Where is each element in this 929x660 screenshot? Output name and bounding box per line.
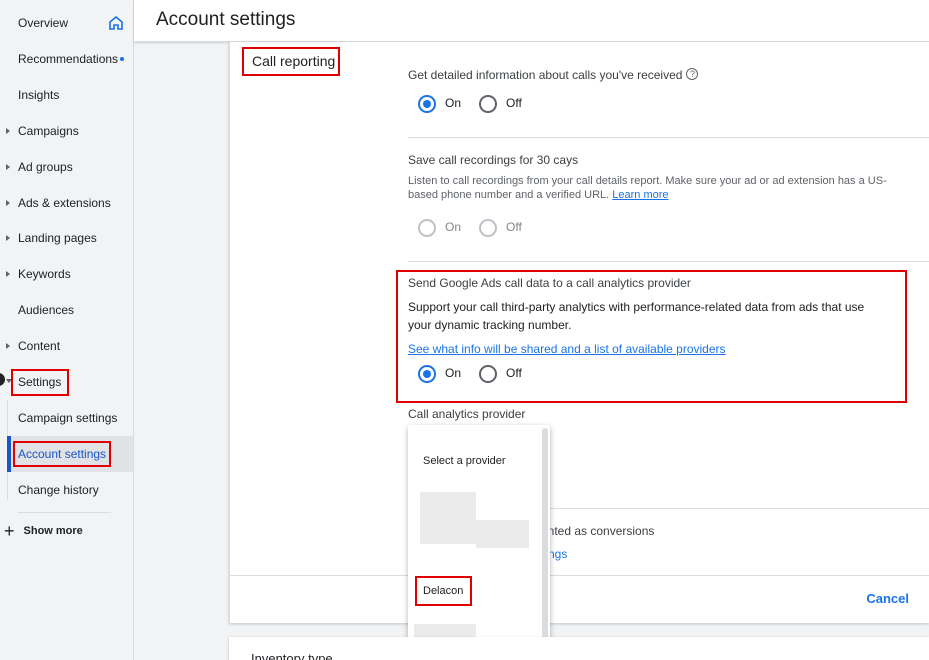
- inventory-type-card: Inventory type: [229, 637, 929, 660]
- detail-question: Get detailed information about calls you…: [408, 68, 699, 82]
- nav-label: Recommendations: [18, 52, 119, 66]
- nav-label: Campaigns: [18, 124, 79, 138]
- expand-arrow-icon: [6, 164, 10, 170]
- radio-label: Off: [506, 96, 522, 110]
- nav-content[interactable]: Content: [0, 331, 133, 361]
- nav-label: Audiences: [18, 303, 75, 317]
- page-title: Account settings: [156, 9, 296, 30]
- analytics-desc-1: Support your call third-party analytics …: [408, 300, 865, 314]
- nav-account-settings[interactable]: Account settings: [7, 436, 133, 472]
- notification-dot-icon: [120, 57, 125, 61]
- nav-ad-groups[interactable]: Ad groups: [0, 152, 133, 182]
- analytics-on-radio[interactable]: [418, 365, 436, 383]
- redacted-option[interactable]: [420, 492, 476, 544]
- detail-on-radio[interactable]: [418, 95, 436, 113]
- settings-link[interactable]: ngs: [548, 547, 567, 561]
- help-icon[interactable]: ?: [686, 68, 699, 80]
- expand-arrow-icon: [6, 343, 10, 349]
- divider: [18, 512, 111, 513]
- divider: [408, 137, 929, 138]
- nav-campaign-settings[interactable]: Campaign settings: [7, 400, 133, 436]
- nav-insights[interactable]: Insights: [0, 80, 133, 110]
- nav-campaigns[interactable]: Campaigns: [0, 116, 133, 146]
- nav-label: Keywords: [18, 267, 71, 281]
- recordings-desc-2: based phone number and a verified URL. L…: [408, 189, 669, 201]
- recordings-desc-1: Listen to call recordings from your call…: [408, 175, 887, 187]
- nav-ads-extensions[interactable]: Ads & extensions: [0, 188, 133, 218]
- page-header: Account settings: [134, 0, 929, 42]
- detail-off-radio[interactable]: [479, 95, 497, 113]
- nav-landing-pages[interactable]: Landing pages: [0, 223, 133, 253]
- show-more-button[interactable]: + Show more: [4, 521, 83, 541]
- desc-text: based phone number and a verified URL.: [408, 189, 610, 201]
- show-more-label: Show more: [23, 525, 83, 537]
- section-title: Call reporting: [252, 53, 336, 69]
- provider-label: Call analytics provider: [408, 407, 526, 421]
- nav-overview[interactable]: Overview: [0, 8, 133, 38]
- nav-audiences[interactable]: Audiences: [0, 295, 133, 325]
- learn-more-link[interactable]: Learn more: [612, 189, 668, 201]
- section-title: Inventory type: [251, 651, 333, 660]
- radio-label: On: [445, 220, 462, 234]
- recordings-on-radio[interactable]: [418, 219, 436, 237]
- sidebar: Overview Recommendations Insights Campai…: [0, 0, 134, 660]
- radio-label: Off: [506, 366, 522, 380]
- redacted-option[interactable]: [414, 624, 476, 638]
- expand-arrow-icon: [6, 200, 10, 206]
- home-icon: [109, 16, 123, 30]
- scrollbar[interactable]: [542, 428, 548, 660]
- nav-label: Change history: [18, 483, 99, 497]
- nav-label: Settings: [18, 375, 62, 389]
- nav-settings[interactable]: Settings: [0, 367, 133, 397]
- expand-arrow-icon: [6, 271, 10, 277]
- radio-label: On: [445, 96, 462, 110]
- radio-label: On: [445, 366, 462, 380]
- nav-label: Account settings: [18, 447, 107, 461]
- plus-icon: +: [4, 521, 15, 541]
- redacted-option[interactable]: [476, 520, 529, 548]
- recordings-title: Save call recordings for 30 cays: [408, 153, 579, 167]
- nav-label: Content: [18, 339, 61, 353]
- nav-recommendations[interactable]: Recommendations: [0, 44, 133, 74]
- providers-link[interactable]: See what info will be shared and a list …: [408, 342, 726, 356]
- dropdown-placeholder[interactable]: Select a provider: [423, 455, 506, 467]
- nav-label: Ad groups: [18, 160, 73, 174]
- divider: [230, 575, 929, 576]
- radio-label: Off: [506, 220, 522, 234]
- provider-dropdown[interactable]: Select a provider Delacon: [408, 425, 550, 660]
- question-text: Get detailed information about calls you…: [408, 68, 683, 82]
- analytics-title: Send Google Ads call data to a call anal…: [408, 276, 691, 290]
- nav-keywords[interactable]: Keywords: [0, 259, 133, 289]
- analytics-off-radio[interactable]: [479, 365, 497, 383]
- nav-label: Ads & extensions: [18, 196, 111, 210]
- analytics-desc-2: your dynamic tracking number.: [408, 318, 572, 332]
- dropdown-option-delacon[interactable]: Delacon: [423, 585, 463, 597]
- recordings-off-radio[interactable]: [479, 219, 497, 237]
- nav-change-history[interactable]: Change history: [7, 472, 133, 508]
- divider: [408, 261, 929, 262]
- nav-label: Campaign settings: [18, 411, 118, 425]
- expand-arrow-icon: [6, 235, 10, 241]
- conversions-text: unted as conversions: [541, 524, 655, 538]
- nav-label: Insights: [18, 88, 60, 102]
- cancel-button[interactable]: Cancel: [866, 591, 909, 606]
- expand-arrow-icon: [6, 128, 10, 134]
- nav-label: Landing pages: [18, 231, 97, 245]
- nav-label: Overview: [18, 16, 69, 30]
